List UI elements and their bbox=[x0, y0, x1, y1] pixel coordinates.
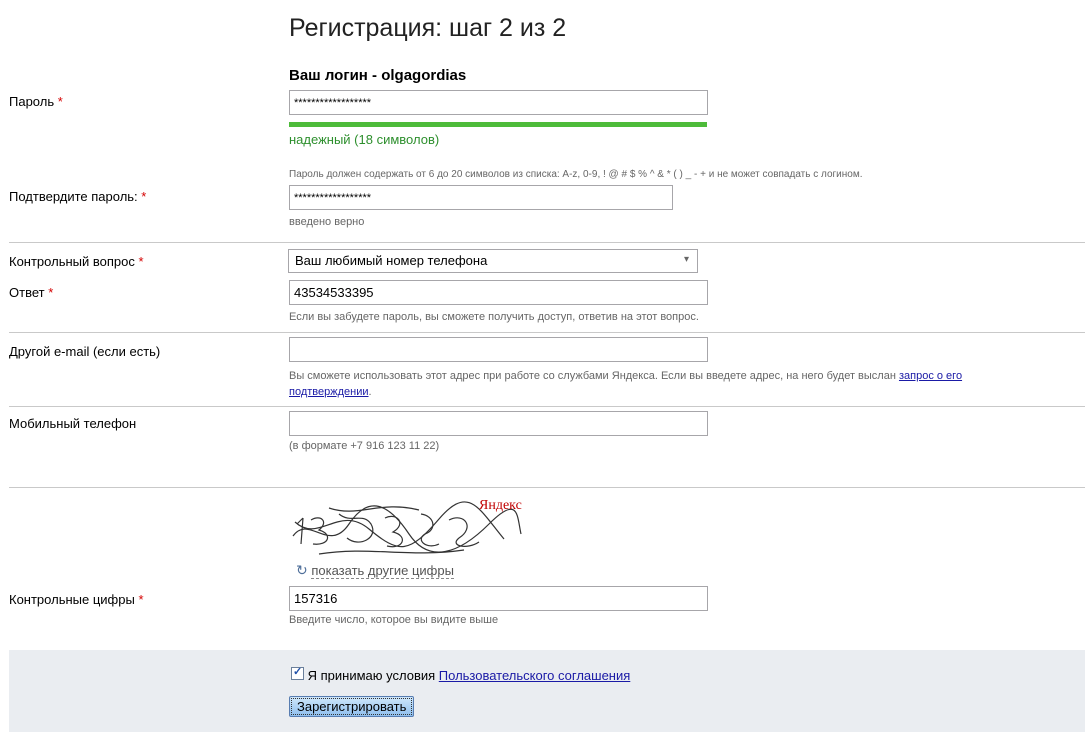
mobile-label: Мобильный телефон bbox=[9, 416, 137, 431]
password-strength-fill bbox=[289, 122, 707, 127]
answer-hint: Если вы забудете пароль, вы сможете полу… bbox=[289, 311, 699, 323]
mobile-field[interactable] bbox=[289, 411, 708, 436]
required-marker: * bbox=[57, 94, 63, 109]
password-field[interactable] bbox=[289, 90, 708, 115]
user-agreement-link[interactable]: Пользовательского соглашения bbox=[439, 668, 631, 683]
register-button[interactable]: Зарегистрировать bbox=[289, 696, 415, 717]
captcha-hint: Введите число, которое вы видите выше bbox=[289, 614, 499, 626]
section-divider bbox=[9, 242, 1085, 243]
answer-label: Ответ * bbox=[9, 285, 54, 300]
security-question-label: Контрольный вопрос * bbox=[9, 254, 144, 269]
captcha-label: Контрольные цифры * bbox=[9, 592, 144, 607]
confirm-password-field[interactable] bbox=[289, 185, 673, 210]
password-strength-bar bbox=[289, 122, 707, 127]
section-divider bbox=[9, 332, 1085, 333]
confirmation-request-link[interactable]: запрос о его bbox=[899, 370, 962, 382]
section-divider bbox=[9, 406, 1085, 407]
other-email-hint: Вы сможете использовать этот адрес при р… bbox=[289, 370, 963, 398]
password-label: Пароль * bbox=[9, 94, 63, 109]
other-email-label: Другой e-mail (если есть) bbox=[9, 344, 161, 359]
login-caption: Ваш логин - olgagordias bbox=[289, 67, 467, 84]
confirmation-request-link[interactable]: подтверждении bbox=[289, 386, 369, 398]
required-marker: * bbox=[141, 189, 147, 204]
chevron-down-icon: ▾ bbox=[683, 254, 689, 265]
page-title: Регистрация: шаг 2 из 2 bbox=[289, 14, 567, 42]
password-rule-hint: Пароль должен содержать от 6 до 20 симво… bbox=[289, 169, 863, 180]
captcha-field[interactable] bbox=[289, 586, 708, 611]
password-strength-text: надежный (18 символов) bbox=[289, 132, 440, 147]
agreement-checkbox[interactable]: ✓ bbox=[291, 666, 304, 680]
captcha-refresh-link[interactable]: показать другие цифры bbox=[311, 563, 454, 579]
section-divider bbox=[9, 487, 1085, 488]
agreement-row: ✓ Я принимаю условия Пользовательского с… bbox=[291, 666, 631, 683]
required-marker: * bbox=[138, 592, 144, 607]
refresh-icon: ↻ bbox=[296, 562, 308, 578]
captcha-image: Яндекс bbox=[292, 498, 522, 555]
checkmark-icon: ✓ bbox=[293, 666, 303, 678]
captcha-brand-text: Яндекс bbox=[479, 498, 522, 513]
required-marker: * bbox=[138, 254, 144, 269]
agreement-text: Я принимаю условия bbox=[307, 668, 436, 683]
required-marker: * bbox=[48, 285, 54, 300]
submit-panel bbox=[9, 650, 1085, 732]
answer-field[interactable] bbox=[289, 280, 708, 305]
confirm-password-status: введено верно bbox=[289, 216, 365, 228]
captcha-refresh[interactable]: ↻ показать другие цифры bbox=[296, 562, 454, 579]
other-email-field[interactable] bbox=[289, 337, 708, 362]
mobile-hint: (в формате +7 916 123 11 22) bbox=[289, 440, 440, 452]
security-question-select[interactable]: Ваш любимый номер телефона ▾ bbox=[288, 249, 698, 273]
confirm-password-label: Подтвердите пароль: * bbox=[9, 189, 147, 204]
